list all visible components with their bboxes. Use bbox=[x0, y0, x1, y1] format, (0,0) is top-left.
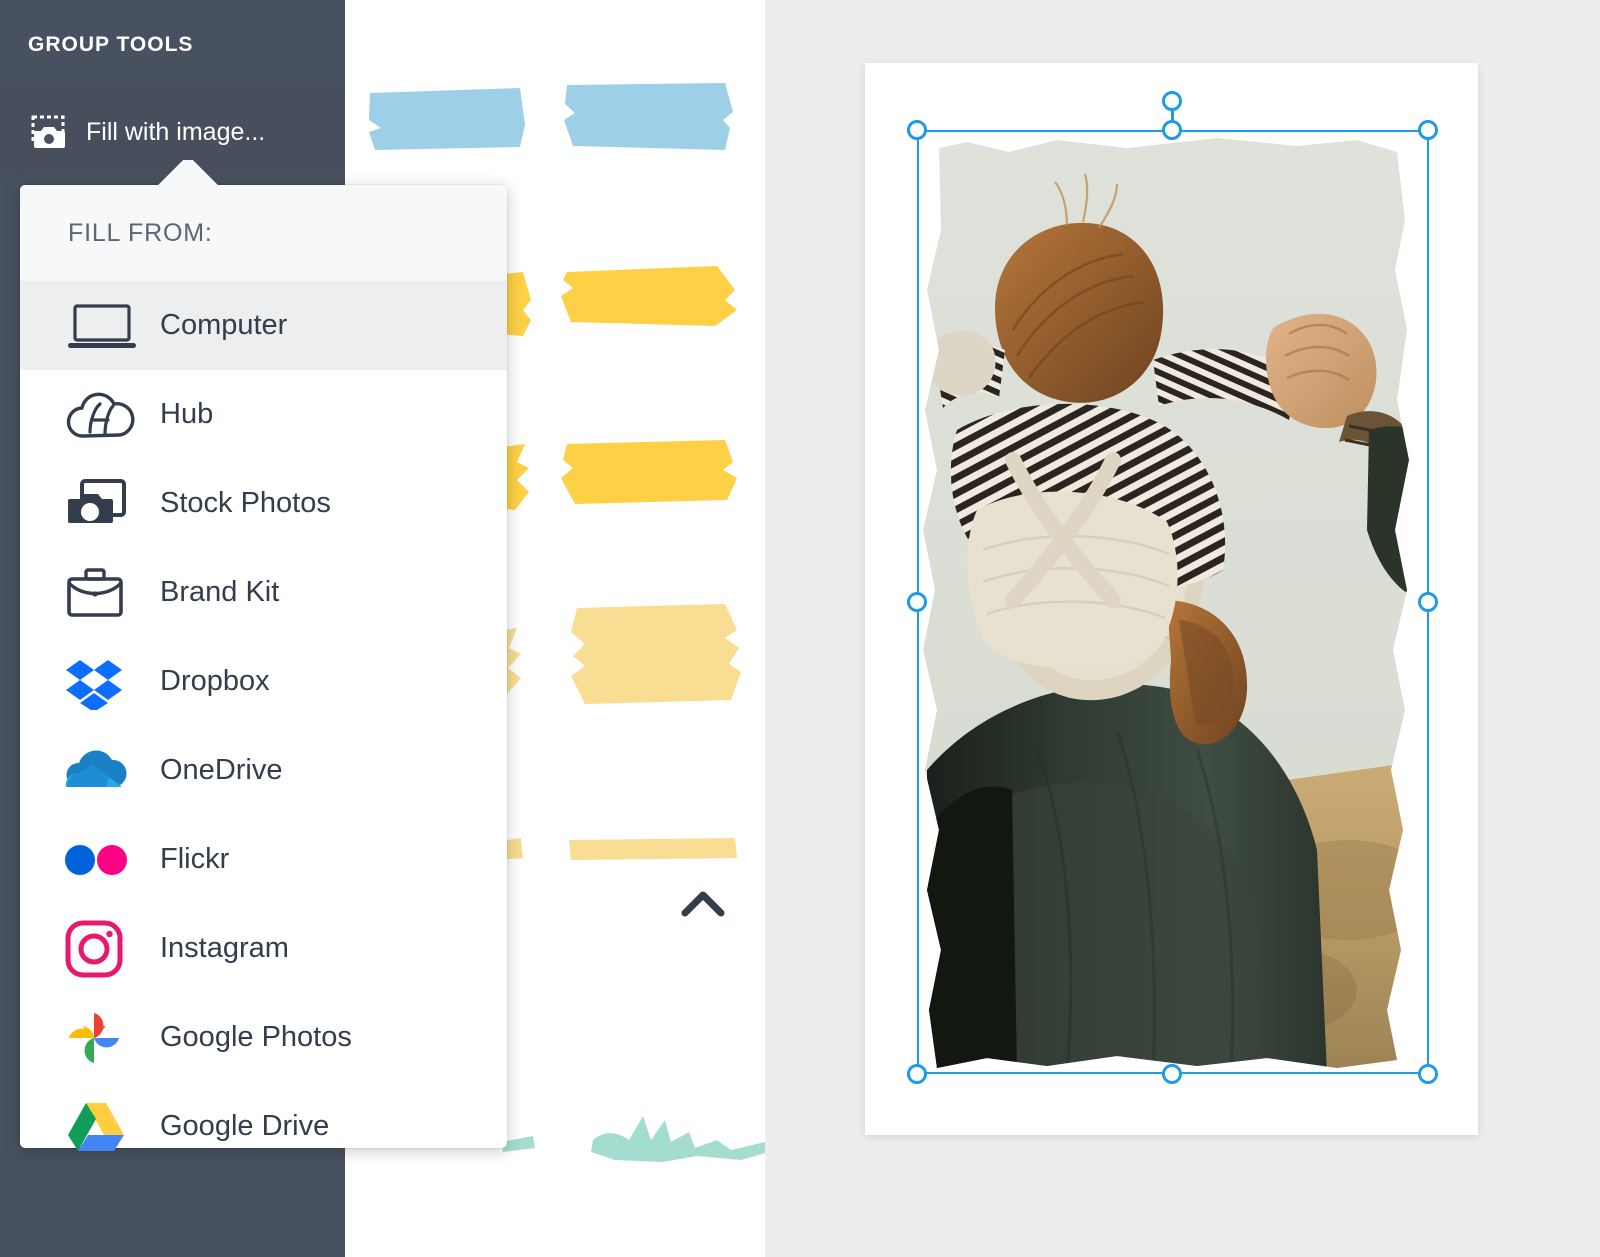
rotation-handle[interactable] bbox=[1162, 91, 1182, 111]
flickr-icon bbox=[64, 840, 156, 880]
list-item-google-photos[interactable]: Google Photos bbox=[20, 993, 507, 1082]
list-item-brand-kit[interactable]: Brand Kit bbox=[20, 548, 507, 637]
resize-handle-bottom-left[interactable] bbox=[907, 1064, 927, 1084]
list-item-label: OneDrive bbox=[160, 754, 283, 786]
list-item-label: Dropbox bbox=[160, 665, 270, 697]
flyout-header: FILL FROM: bbox=[20, 185, 507, 281]
onedrive-icon bbox=[64, 745, 156, 797]
photo-content bbox=[923, 138, 1409, 1068]
resize-handle-top-center[interactable] bbox=[1162, 120, 1182, 140]
list-item-google-drive[interactable]: Google Drive bbox=[20, 1082, 507, 1171]
list-item-computer[interactable]: Computer bbox=[20, 281, 507, 370]
list-item-label: Computer bbox=[160, 309, 288, 341]
list-item-label: Google Drive bbox=[160, 1110, 330, 1142]
sidebar-header: GROUP TOOLS bbox=[0, 0, 345, 89]
flyout-pointer-notch bbox=[137, 160, 239, 186]
canvas-gutter bbox=[765, 0, 865, 1257]
list-item-instagram[interactable]: Instagram bbox=[20, 904, 507, 993]
list-item-stock-photos[interactable]: Stock Photos bbox=[20, 459, 507, 548]
list-item-label: Flickr bbox=[160, 843, 230, 875]
briefcase-icon bbox=[64, 565, 156, 621]
resize-handle-top-left[interactable] bbox=[907, 120, 927, 140]
google-drive-icon bbox=[64, 1099, 156, 1155]
list-item-label: Brand Kit bbox=[160, 576, 280, 608]
fill-source-list: Computer Hub Stock Photos Brand Kit Drop… bbox=[20, 281, 507, 1171]
list-item-label: Stock Photos bbox=[160, 487, 331, 519]
hub-cloud-icon bbox=[64, 386, 156, 444]
page-title: GROUP TOOLS bbox=[28, 33, 194, 56]
fill-with-image-icon bbox=[24, 113, 76, 153]
resize-handle-bottom-right[interactable] bbox=[1418, 1064, 1438, 1084]
instagram-icon bbox=[64, 920, 156, 978]
fill-from-flyout: FILL FROM: Computer Hub Stock Photos Bra… bbox=[20, 185, 507, 1151]
resize-handle-top-right[interactable] bbox=[1418, 120, 1438, 140]
stock-photos-icon bbox=[64, 475, 156, 533]
laptop-icon bbox=[64, 300, 156, 352]
flyout-title: FILL FROM: bbox=[68, 219, 213, 247]
resize-handle-middle-left[interactable] bbox=[907, 592, 927, 612]
resize-handle-middle-right[interactable] bbox=[1418, 592, 1438, 612]
google-photos-icon bbox=[64, 1009, 156, 1067]
resize-handle-bottom-center[interactable] bbox=[1162, 1064, 1182, 1084]
list-item-dropbox[interactable]: Dropbox bbox=[20, 637, 507, 726]
list-item-hub[interactable]: Hub bbox=[20, 370, 507, 459]
list-item-flickr[interactable]: Flickr bbox=[20, 815, 507, 904]
list-item-onedrive[interactable]: OneDrive bbox=[20, 726, 507, 815]
sidebar-item-label: Fill with image... bbox=[86, 118, 266, 146]
dropbox-icon bbox=[64, 654, 156, 710]
list-item-label: Google Photos bbox=[160, 1021, 352, 1053]
list-item-label: Instagram bbox=[160, 932, 289, 964]
list-item-label: Hub bbox=[160, 398, 214, 430]
image-placeholder[interactable] bbox=[917, 130, 1429, 1074]
chevron-up-icon bbox=[681, 891, 725, 917]
